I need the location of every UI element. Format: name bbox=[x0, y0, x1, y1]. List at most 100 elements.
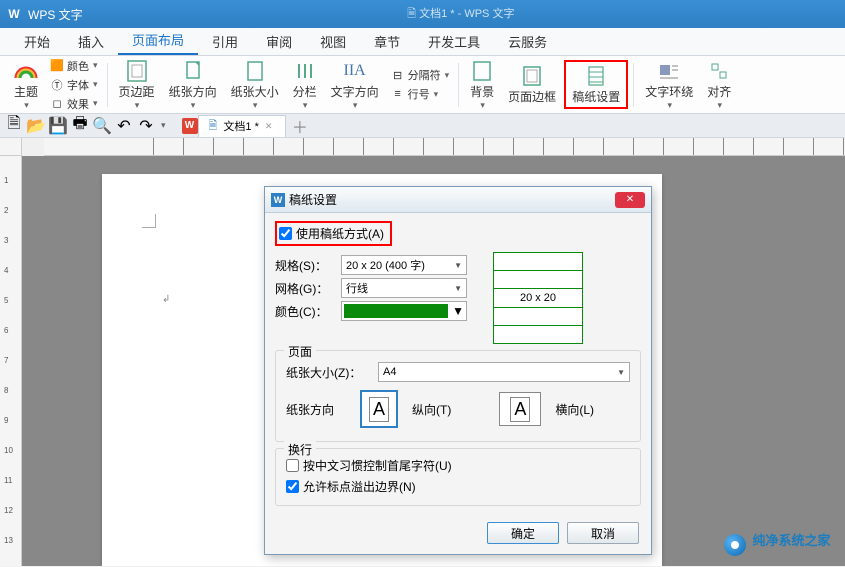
border-icon bbox=[520, 64, 544, 88]
tab-reference[interactable]: 引用 bbox=[198, 26, 252, 55]
border-button[interactable]: 页面边框 bbox=[502, 62, 562, 107]
landscape-label: 横向(L) bbox=[555, 401, 594, 418]
undo-icon[interactable]: ↶ bbox=[116, 118, 132, 134]
document-tab[interactable]: 🗎 文档1 * ✕ bbox=[198, 115, 286, 137]
wps-logo-icon[interactable]: W bbox=[182, 118, 198, 134]
new-icon[interactable]: 🗎 bbox=[6, 118, 22, 134]
close-tab-icon[interactable]: ✕ bbox=[265, 121, 275, 131]
ruler-tick: 4 bbox=[4, 266, 8, 275]
columns-icon bbox=[293, 59, 317, 83]
cancel-button[interactable]: 取消 bbox=[567, 522, 639, 544]
wrap-fieldset: 换行 按中文习惯控制首尾字符(U) 允许标点溢出边界(N) bbox=[275, 448, 641, 506]
chinese-wrap-label: 按中文习惯控制首尾字符(U) bbox=[303, 457, 452, 474]
window-title: 🗎 文档1 * - WPS 文字 bbox=[83, 5, 839, 24]
add-tab-button[interactable]: ＋ bbox=[292, 118, 308, 134]
document-icon: 🗎 bbox=[407, 8, 419, 20]
wrap-button[interactable]: 文字环绕▾ bbox=[639, 57, 699, 113]
effect-button[interactable]: ◻效果▾ bbox=[46, 95, 102, 113]
use-grid-checkbox[interactable]: 使用稿纸方式(A) bbox=[275, 221, 392, 246]
chinese-wrap-checkbox[interactable]: 按中文习惯控制首尾字符(U) bbox=[286, 457, 630, 474]
qat-more-icon[interactable]: ▾ bbox=[161, 120, 166, 131]
margin-button[interactable]: 页边距▾ bbox=[113, 57, 161, 113]
ruler-corner bbox=[0, 138, 22, 156]
grid-type-label: 网格(G)： bbox=[275, 280, 335, 297]
preview-row bbox=[494, 326, 582, 343]
preview-text: 20 x 20 bbox=[494, 289, 582, 307]
watermark: 纯净系统之家 www.kzmyhome.com bbox=[724, 530, 835, 559]
dialog-close-button[interactable]: ✕ bbox=[615, 192, 645, 208]
ruler-tick: 7 bbox=[4, 356, 8, 365]
save-icon[interactable]: 💾 bbox=[50, 118, 66, 134]
grid-label: 稿纸设置 bbox=[572, 88, 620, 105]
grid-type-select[interactable]: 行线▼ bbox=[341, 278, 467, 298]
ok-button[interactable]: 确定 bbox=[487, 522, 559, 544]
punct-overflow-checkbox[interactable]: 允许标点溢出边界(N) bbox=[286, 478, 630, 495]
breaks-icon: ⊟ bbox=[391, 68, 405, 82]
use-grid-input[interactable] bbox=[279, 227, 292, 240]
dialog-titlebar[interactable]: W 稿纸设置 ✕ bbox=[265, 187, 651, 213]
ruler-tick: 3 bbox=[4, 236, 8, 245]
grid-settings-button[interactable]: 稿纸设置 bbox=[564, 60, 628, 109]
breaks-button[interactable]: ⊟分隔符▾ bbox=[387, 66, 454, 84]
font-theme-button[interactable]: Ⓣ字体▾ bbox=[46, 76, 102, 94]
quick-access-toolbar: 🗎 📂 💾 🖶 🔍 ↶ ↷ ▾ W 🗎 文档1 * ✕ ＋ bbox=[0, 114, 845, 138]
print-icon[interactable]: 🖶 bbox=[72, 118, 88, 134]
chevron-down-icon: ▼ bbox=[452, 304, 464, 318]
tab-view[interactable]: 视图 bbox=[306, 26, 360, 55]
ruler-tick: 10 bbox=[4, 446, 13, 455]
orientation-button[interactable]: 纸张方向▾ bbox=[163, 57, 223, 113]
tab-insert[interactable]: 插入 bbox=[64, 26, 118, 55]
doc-tab-icon: 🗎 bbox=[209, 117, 218, 136]
color-select[interactable]: ▼ bbox=[341, 301, 467, 321]
lineno-icon: ≡ bbox=[391, 87, 405, 101]
size-button[interactable]: 纸张大小▾ bbox=[225, 57, 285, 113]
background-label: 背景 bbox=[470, 83, 494, 100]
columns-button[interactable]: 分栏▾ bbox=[287, 57, 323, 113]
horizontal-ruler[interactable] bbox=[44, 138, 845, 156]
app-title: WPS 文字 bbox=[28, 6, 83, 23]
ruler-tick: 8 bbox=[4, 386, 8, 395]
portrait-option[interactable]: A bbox=[360, 390, 398, 428]
open-icon[interactable]: 📂 bbox=[28, 118, 44, 134]
redo-icon[interactable]: ↷ bbox=[138, 118, 154, 134]
ruler-tick: 9 bbox=[4, 416, 8, 425]
font-label: 字体 bbox=[67, 77, 89, 93]
tab-page-layout[interactable]: 页面布局 bbox=[118, 24, 198, 55]
ruler-tick: 6 bbox=[4, 326, 8, 335]
watermark-text: 纯净系统之家 bbox=[752, 530, 835, 549]
orientation-label: 纸张方向 bbox=[169, 83, 217, 100]
ruler-tick: 12 bbox=[4, 506, 13, 515]
background-button[interactable]: 背景▾ bbox=[464, 57, 500, 113]
tab-cloud[interactable]: 云服务 bbox=[494, 26, 561, 55]
font-icon: Ⓣ bbox=[50, 78, 64, 92]
theme-label: 主题 bbox=[14, 83, 38, 100]
spec-select[interactable]: 20 x 20 (400 字)▼ bbox=[341, 255, 467, 275]
chevron-down-icon: ▼ bbox=[454, 284, 462, 293]
vertical-ruler[interactable]: 1 2 3 4 5 6 7 8 9 10 11 12 13 bbox=[0, 156, 22, 566]
direction-button[interactable]: IIA文字方向▾ bbox=[325, 57, 385, 113]
ribbon-tabs: 开始 插入 页面布局 引用 审阅 视图 章节 开发工具 云服务 bbox=[0, 28, 845, 56]
theme-button[interactable]: 主题▾ bbox=[8, 57, 44, 113]
align-button[interactable]: 对齐▾ bbox=[701, 57, 737, 113]
punct-overflow-input[interactable] bbox=[286, 480, 299, 493]
margin-corner-icon bbox=[142, 214, 156, 228]
tab-review[interactable]: 审阅 bbox=[252, 26, 306, 55]
color-swatch bbox=[344, 304, 448, 318]
effect-icon: ◻ bbox=[50, 97, 64, 111]
paragraph-mark-icon: ↲ bbox=[162, 294, 170, 305]
margin-label: 页边距 bbox=[119, 83, 155, 100]
tab-start[interactable]: 开始 bbox=[10, 26, 64, 55]
chinese-wrap-input[interactable] bbox=[286, 459, 299, 472]
color-label: 颜色(C)： bbox=[275, 303, 335, 320]
wrap-section-legend: 换行 bbox=[284, 441, 316, 458]
portrait-label: 纵向(T) bbox=[412, 401, 451, 418]
landscape-option[interactable]: A bbox=[499, 392, 541, 426]
lineno-label: 行号 bbox=[408, 86, 430, 102]
preview-icon[interactable]: 🔍 bbox=[94, 118, 110, 134]
color-opt-button[interactable]: 🟧颜色▾ bbox=[46, 57, 102, 75]
use-grid-label: 使用稿纸方式(A) bbox=[296, 225, 384, 242]
lineno-button[interactable]: ≡行号▾ bbox=[387, 85, 454, 103]
tab-section[interactable]: 章节 bbox=[360, 26, 414, 55]
tab-devtools[interactable]: 开发工具 bbox=[414, 26, 494, 55]
paper-size-select[interactable]: A4▼ bbox=[378, 362, 630, 382]
